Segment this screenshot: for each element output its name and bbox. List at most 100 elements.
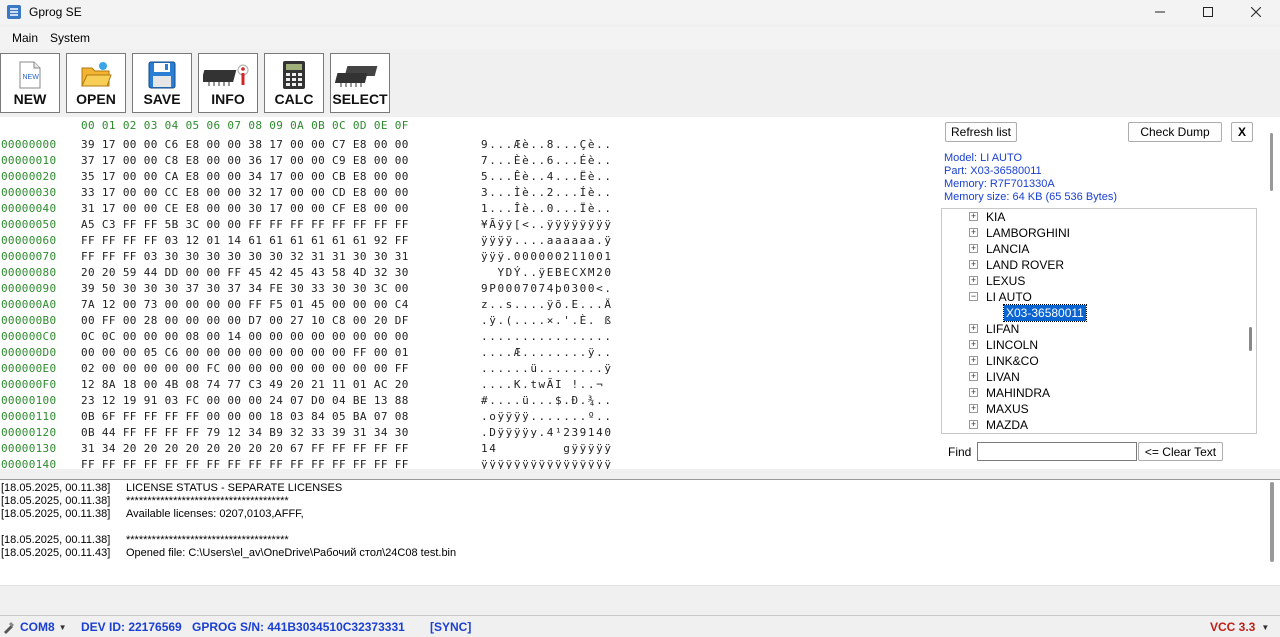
tree-item[interactable]: + LAND ROVER: [942, 257, 1064, 273]
tree-item[interactable]: + LANCIA: [942, 241, 1029, 257]
tree-item[interactable]: + LEXUS: [942, 273, 1025, 289]
hex-bytes[interactable]: 20 20 59 44 DD 00 00 FF 45 42 45 43 58 4…: [81, 266, 409, 279]
find-input[interactable]: [977, 442, 1137, 461]
log-view[interactable]: [18.05.2025, 00.11.38] LICENSE STATUS - S…: [0, 479, 1280, 585]
hex-bytes[interactable]: FF FF FF FF 03 12 01 14 61 61 61 61 61 6…: [81, 234, 409, 247]
open-button[interactable]: OPEN: [66, 53, 126, 113]
expand-icon[interactable]: +: [969, 404, 978, 413]
tree-item-label: LIVAN: [986, 370, 1020, 384]
check-dump-button[interactable]: Check Dump: [1128, 122, 1222, 142]
tree-item[interactable]: + MAZDA: [942, 417, 1028, 433]
select-button[interactable]: SELECT: [330, 53, 390, 113]
hex-address: 000000C0: [1, 330, 57, 343]
expand-icon[interactable]: +: [969, 228, 978, 237]
hex-ascii[interactable]: 1...Îè..0...Ïè..: [481, 202, 613, 215]
expand-icon[interactable]: +: [969, 356, 978, 365]
hex-bytes[interactable]: 37 17 00 00 C8 E8 00 00 36 17 00 00 C9 E…: [81, 154, 409, 167]
refresh-list-button[interactable]: Refresh list: [945, 122, 1017, 142]
tree-item[interactable]: + LAMBORGHINI: [942, 225, 1070, 241]
expand-icon[interactable]: +: [969, 420, 978, 429]
menu-main[interactable]: Main: [6, 31, 44, 45]
close-window-button[interactable]: [1232, 0, 1280, 24]
close-panel-button[interactable]: X: [1231, 122, 1253, 142]
hex-address: 000000F0: [1, 378, 57, 391]
hex-bytes[interactable]: 02 00 00 00 00 00 FC 00 00 00 00 00 00 0…: [81, 362, 409, 375]
hex-bytes[interactable]: A5 C3 FF FF 5B 3C 00 00 FF FF FF FF FF F…: [81, 218, 409, 231]
tree-item-label: MAXUS: [986, 402, 1029, 416]
calc-button[interactable]: CALC: [264, 53, 324, 113]
hex-ascii[interactable]: .oÿÿÿÿ.......º..: [481, 410, 613, 423]
hex-ascii[interactable]: 7...Èè..6...Éè..: [481, 154, 613, 167]
expand-icon[interactable]: +: [969, 244, 978, 253]
tree-item[interactable]: + MAHINDRA: [942, 385, 1050, 401]
hex-ascii[interactable]: ÿÿÿÿ....aaaaaa.ÿ: [481, 234, 613, 247]
hex-bytes[interactable]: 31 17 00 00 CE E8 00 00 30 17 00 00 CF E…: [81, 202, 409, 215]
hex-ascii[interactable]: ....Æ........ÿ..: [481, 346, 613, 359]
hex-bytes[interactable]: 00 00 00 05 C6 00 00 00 00 00 00 00 00 F…: [81, 346, 409, 359]
hex-ascii[interactable]: 5...Êè..4...Ëè..: [481, 170, 613, 183]
log-scrollbar[interactable]: [1270, 482, 1274, 562]
hex-ascii[interactable]: ¥Ãÿÿ[<..ÿÿÿÿÿÿÿÿ: [481, 218, 613, 231]
hex-bytes[interactable]: 23 12 19 91 03 FC 00 00 00 24 07 D0 04 B…: [81, 394, 409, 407]
tree-item[interactable]: + MAXUS: [942, 401, 1029, 417]
hex-bytes[interactable]: 39 50 30 30 30 37 30 37 34 FE 30 33 30 3…: [81, 282, 409, 295]
hex-ascii[interactable]: #....ü...$.Ð.¾..: [481, 394, 613, 407]
panel-scrollbar[interactable]: [1270, 133, 1273, 191]
hex-bytes[interactable]: 0B 44 FF FF FF FF 79 12 34 B9 32 33 39 3…: [81, 426, 409, 439]
tree-item-label: KIA: [986, 210, 1006, 224]
new-button[interactable]: NEW NEW: [0, 53, 60, 113]
hex-ascii[interactable]: ....K.twÃI !..¬: [481, 378, 613, 391]
tree-scrollbar[interactable]: [1245, 209, 1256, 433]
hex-ascii[interactable]: ................: [481, 330, 613, 343]
hex-bytes[interactable]: FF FF FF FF FF FF FF FF FF FF FF FF FF F…: [81, 458, 409, 469]
hex-ascii[interactable]: ......ü........ÿ: [481, 362, 613, 375]
tree-item[interactable]: + LIVAN: [942, 369, 1020, 385]
hex-ascii[interactable]: .ÿ.(....×.'.È. ß: [481, 314, 613, 327]
tree-item[interactable]: + LINK&CO: [942, 353, 1039, 369]
expand-icon[interactable]: +: [969, 388, 978, 397]
expand-icon[interactable]: +: [969, 324, 978, 333]
hex-bytes[interactable]: 33 17 00 00 CC E8 00 00 32 17 00 00 CD E…: [81, 186, 409, 199]
hex-bytes[interactable]: 39 17 00 00 C6 E8 00 00 38 17 00 00 C7 E…: [81, 138, 409, 151]
tree-item[interactable]: + LINCOLN: [942, 337, 1038, 353]
hex-bytes[interactable]: 7A 12 00 73 00 00 00 00 FF F5 01 45 00 0…: [81, 298, 409, 311]
hex-ascii[interactable]: 9...Æè..8...Çè..: [481, 138, 613, 151]
hex-bytes[interactable]: 31 34 20 20 20 20 20 20 20 20 67 FF FF F…: [81, 442, 409, 455]
save-button[interactable]: SAVE: [132, 53, 192, 113]
hex-bytes[interactable]: 00 FF 00 28 00 00 00 00 D7 00 27 10 C8 0…: [81, 314, 409, 327]
hex-ascii[interactable]: .Dÿÿÿÿy.4¹239140: [481, 426, 613, 439]
vcc-selector[interactable]: VCC 3.3 ▼: [1210, 620, 1269, 634]
tree-item[interactable]: + LIFAN: [942, 321, 1019, 337]
hex-bytes[interactable]: 0C 0C 00 00 00 08 00 14 00 00 00 00 00 0…: [81, 330, 409, 343]
menu-system[interactable]: System: [44, 31, 96, 45]
collapse-icon[interactable]: −: [969, 292, 978, 301]
hex-bytes[interactable]: FF FF FF 03 30 30 30 30 30 30 32 31 31 3…: [81, 250, 409, 263]
minimize-button[interactable]: [1136, 0, 1184, 24]
hex-bytes[interactable]: 0B 6F FF FF FF FF 00 00 00 18 03 84 05 B…: [81, 410, 409, 423]
hex-ascii[interactable]: 14 gÿÿÿÿÿ: [481, 442, 613, 455]
tree-item[interactable]: + KIA: [942, 209, 1005, 225]
find-label: Find: [948, 445, 972, 459]
hex-ascii[interactable]: 3...Ìè..2...Íè..: [481, 186, 613, 199]
hex-view[interactable]: 00 01 02 03 04 05 06 07 08 09 0A 0B 0C 0…: [0, 117, 938, 469]
expand-icon[interactable]: +: [969, 212, 978, 221]
hex-ascii[interactable]: ÿÿÿÿÿÿÿÿÿÿÿÿÿÿÿÿ: [481, 458, 613, 469]
expand-icon[interactable]: +: [969, 276, 978, 285]
hex-ascii[interactable]: ÿÿÿ.000000211001: [481, 250, 613, 263]
hex-bytes[interactable]: 35 17 00 00 CA E8 00 00 34 17 00 00 CB E…: [81, 170, 409, 183]
expand-icon[interactable]: +: [969, 340, 978, 349]
port-selector[interactable]: COM8 ▼: [2, 620, 67, 634]
hex-ascii[interactable]: 9P0007074þ0300<.: [481, 282, 613, 295]
clear-text-button[interactable]: <= Clear Text: [1138, 442, 1223, 461]
hex-ascii[interactable]: YDÝ..ÿEBECXM20: [481, 266, 613, 279]
tree-scroll-thumb[interactable]: [1249, 327, 1252, 351]
manufacturer-tree[interactable]: + KIA + LAMBORGHINI + LANCIA + LAND ROVER + LEXUS…: [941, 208, 1257, 434]
tree-item[interactable]: − LI AUTO: [942, 289, 1032, 305]
info-button[interactable]: INFO: [198, 53, 258, 113]
tree-item-selected[interactable]: X03-36580011: [1003, 304, 1087, 322]
maximize-button[interactable]: [1184, 0, 1232, 24]
hex-ascii[interactable]: z..s....ÿõ.E...Ä: [481, 298, 613, 311]
hex-bytes[interactable]: 12 8A 18 00 4B 08 74 77 C3 49 20 21 11 0…: [81, 378, 409, 391]
expand-icon[interactable]: +: [969, 260, 978, 269]
expand-icon[interactable]: +: [969, 372, 978, 381]
